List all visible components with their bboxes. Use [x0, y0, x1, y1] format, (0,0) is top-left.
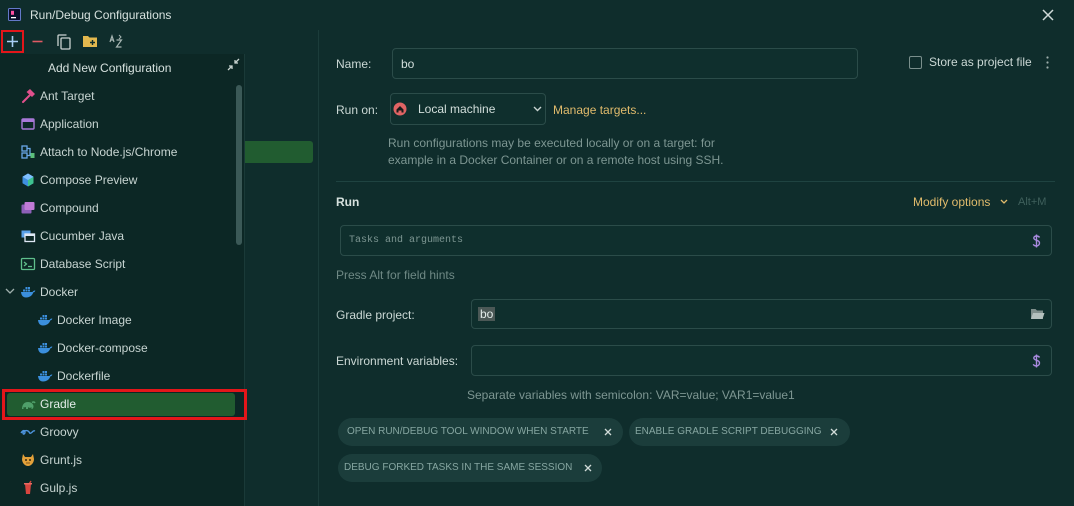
window-title: Run/Debug Configurations: [30, 8, 172, 22]
section-separator: [336, 181, 1055, 182]
folder-browse-icon[interactable]: [1030, 308, 1045, 320]
option-chip-label: DEBUG FORKED TASKS IN THE SAME SESSION: [344, 462, 573, 473]
list-item-label: Docker: [40, 285, 79, 299]
run-on-dropdown[interactable]: Local machine: [390, 93, 546, 125]
list-item-label: Compound: [40, 201, 99, 215]
chevron-down-icon: [533, 106, 542, 112]
title-bar: Run/Debug Configurations: [0, 0, 1074, 30]
minus-icon[interactable]: [31, 35, 44, 48]
collapse-icon[interactable]: [227, 58, 240, 71]
docker-icon: [37, 340, 53, 356]
list-item-dockerfile[interactable]: Dockerfile: [0, 362, 236, 390]
list-item-label: Docker-compose: [57, 341, 148, 355]
environment-variables-input[interactable]: [471, 345, 1052, 376]
field-hint: Press Alt for field hints: [336, 268, 455, 282]
add-configuration-button[interactable]: [1, 30, 24, 53]
modify-options-shortcut: Alt+M: [1018, 196, 1047, 208]
list-item-label: Dockerfile: [57, 369, 111, 383]
cucumber-java-icon: [20, 228, 36, 244]
list-item-label: Groovy: [40, 425, 79, 439]
tasks-and-arguments-input[interactable]: [340, 225, 1052, 256]
attach-node-icon: [20, 144, 36, 160]
popup-scrollbar[interactable]: [236, 85, 242, 245]
grunt-icon: [20, 452, 36, 468]
list-item-ant-target[interactable]: Ant Target: [0, 82, 236, 110]
gradle-project-label: Gradle project:: [336, 308, 415, 322]
name-input[interactable]: [392, 48, 858, 79]
run-section-title: Run: [336, 195, 360, 209]
list-item-docker[interactable]: Docker: [0, 278, 236, 306]
option-chip[interactable]: OPEN RUN/DEBUG TOOL WINDOW WHEN STARTE: [338, 418, 623, 446]
gulp-icon: [20, 480, 36, 496]
close-icon[interactable]: [1042, 9, 1054, 21]
store-as-project-file-checkbox[interactable]: [909, 56, 922, 69]
name-label: Name:: [336, 57, 372, 71]
list-item-application[interactable]: Application: [0, 110, 236, 138]
insert-variable-icon[interactable]: [1032, 354, 1041, 368]
list-item-docker-compose[interactable]: Docker-compose: [0, 334, 236, 362]
panel-divider[interactable]: [318, 30, 319, 506]
compound-icon: [20, 200, 36, 216]
modify-options-link[interactable]: Modify options: [913, 194, 990, 210]
manage-targets-link[interactable]: Manage targets...: [553, 102, 646, 118]
folder-add-icon[interactable]: [82, 34, 98, 48]
list-item-label: Ant Target: [40, 89, 95, 103]
copy-icon[interactable]: [56, 33, 72, 50]
list-item-cucumber-java[interactable]: Cucumber Java: [0, 222, 236, 250]
list-item-label: Gulp.js: [40, 481, 78, 495]
list-item-label: Application: [40, 117, 99, 131]
store-as-project-file-label[interactable]: Store as project file: [929, 54, 1032, 70]
list-item-label: Docker Image: [57, 313, 132, 327]
plus-icon: [6, 35, 19, 48]
list-item-gulp[interactable]: Gulp.js: [0, 474, 236, 502]
list-item-docker-image[interactable]: Docker Image: [0, 306, 236, 334]
compose-cube-icon: [20, 172, 36, 188]
app-icon: [8, 8, 21, 21]
remove-option-icon[interactable]: [584, 464, 592, 472]
list-item-compose-preview[interactable]: Compose Preview: [0, 166, 236, 194]
insert-variable-icon[interactable]: [1032, 234, 1041, 248]
list-item-database-script[interactable]: Database Script: [0, 250, 236, 278]
option-chip[interactable]: DEBUG FORKED TASKS IN THE SAME SESSION: [338, 454, 602, 482]
list-item-label: Compose Preview: [40, 173, 138, 187]
run-on-help-line: Run configurations may be executed local…: [388, 136, 715, 150]
groovy-icon: [20, 424, 36, 440]
database-script-icon: [20, 256, 36, 272]
chevron-down-icon[interactable]: [5, 288, 15, 295]
more-options-icon[interactable]: [1045, 56, 1050, 69]
list-item-label: Attach to Node.js/Chrome: [40, 145, 178, 159]
popup-title: Add New Configuration: [48, 61, 172, 75]
config-tree-selected-row[interactable]: [245, 141, 313, 163]
gradle-project-value: bo: [478, 307, 496, 321]
remove-option-icon[interactable]: [604, 428, 612, 436]
application-window-icon: [20, 116, 36, 132]
environment-variables-hint: Separate variables with semicolon: VAR=v…: [467, 388, 795, 402]
docker-icon: [37, 312, 53, 328]
run-on-help-line: example in a Docker Container or on a re…: [388, 153, 724, 167]
option-chip-label: ENABLE GRADLE SCRIPT DEBUGGING: [635, 426, 822, 437]
list-item-groovy[interactable]: Groovy: [0, 418, 236, 446]
gradle-project-input[interactable]: bo: [471, 299, 1052, 329]
environment-variables-label: Environment variables:: [336, 354, 459, 368]
run-on-label: Run on:: [336, 103, 379, 117]
local-machine-icon: [393, 102, 407, 116]
docker-icon: [37, 368, 53, 384]
list-item-label: Database Script: [40, 257, 126, 271]
remove-option-icon[interactable]: [830, 428, 838, 436]
docker-icon: [20, 284, 36, 300]
ant-hammer-icon: [20, 88, 36, 104]
list-item-attach-node[interactable]: Attach to Node.js/Chrome: [0, 138, 236, 166]
list-item-label: Grunt.js: [40, 453, 83, 467]
chevron-down-icon[interactable]: [1000, 199, 1008, 205]
run-on-value: Local machine: [418, 102, 496, 116]
list-item-grunt[interactable]: Grunt.js: [0, 446, 236, 474]
option-chip[interactable]: ENABLE GRADLE SCRIPT DEBUGGING: [629, 418, 850, 446]
option-chip-label: OPEN RUN/DEBUG TOOL WINDOW WHEN STARTE: [347, 426, 589, 437]
sort-alphabetically-icon[interactable]: [109, 34, 124, 48]
list-item-label: Cucumber Java: [40, 229, 125, 243]
list-item-compound[interactable]: Compound: [0, 194, 236, 222]
gradle-highlight-box: [2, 389, 247, 420]
